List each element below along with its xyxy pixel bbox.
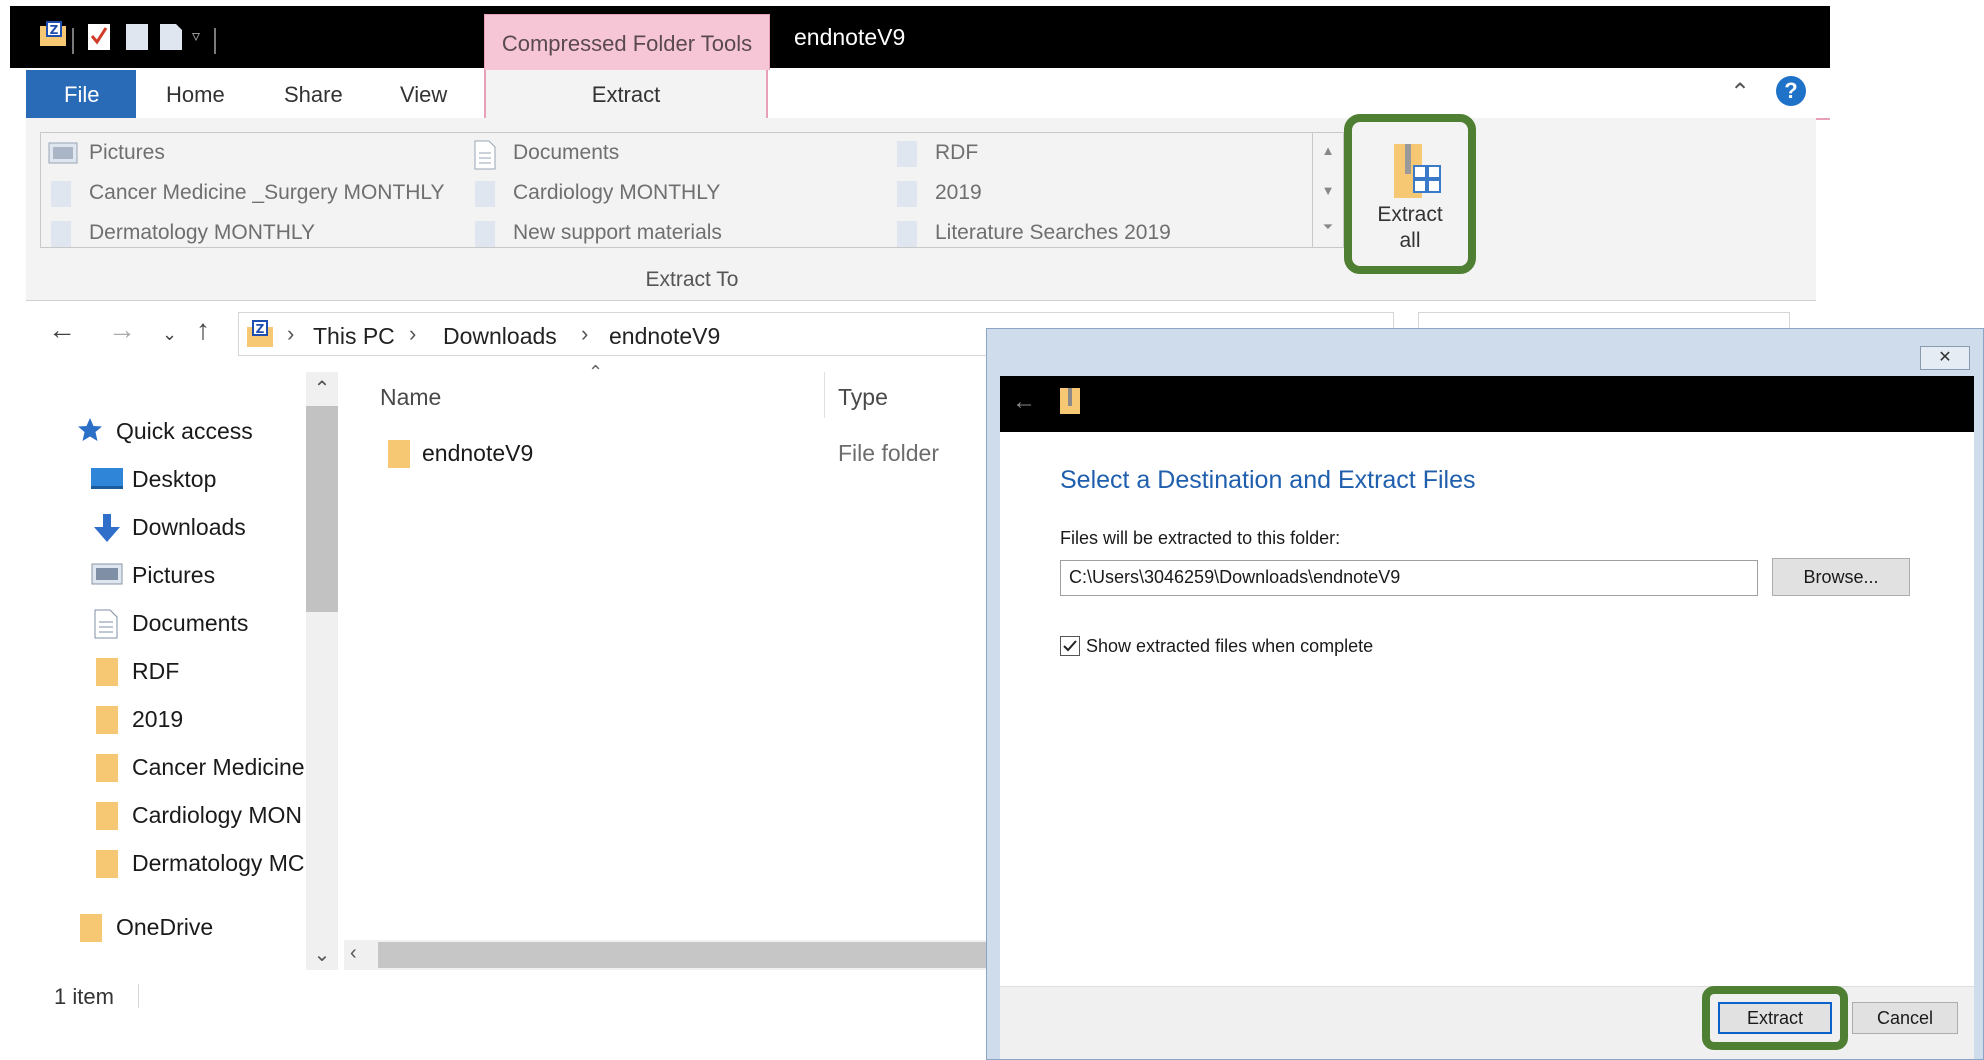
nav-item-documents[interactable]: Documents 📌 [90, 602, 330, 642]
folder-icon [96, 802, 118, 830]
breadcrumb-this-pc[interactable]: This PC [313, 323, 395, 350]
folder-icon [96, 754, 118, 782]
status-separator [138, 984, 139, 1008]
tab-file-label: File [64, 82, 100, 107]
properties-icon[interactable] [86, 20, 112, 52]
zip-folder-icon: Z [247, 320, 273, 347]
tab-file[interactable]: File [26, 70, 136, 118]
collapse-ribbon-icon[interactable]: ⌃ [1730, 78, 1750, 107]
help-icon[interactable]: ? [1776, 76, 1806, 106]
nav-item-downloads[interactable]: Downloads 📌 [90, 506, 330, 546]
pictures-folder-icon [48, 142, 78, 164]
documents-folder-icon [474, 140, 496, 170]
extract-all-label-line2: all [1399, 229, 1421, 252]
breadcrumb-downloads[interactable]: Downloads [443, 323, 557, 350]
folder-icon [96, 850, 118, 878]
dialog-close-button[interactable]: ✕ [1920, 346, 1970, 370]
cancel-button[interactable]: Cancel [1852, 1002, 1958, 1034]
breadcrumb-separator-icon: › [287, 321, 295, 346]
extract-all-label-line1: Extract [1377, 203, 1443, 226]
folder-icon [897, 221, 917, 247]
gallery-scrollbar[interactable]: ▲ ▼ ⏷ [1312, 132, 1344, 248]
folder-icon [475, 181, 495, 207]
scroll-left-icon[interactable]: ‹ [350, 942, 357, 965]
extract-to-gallery: Pictures Cancer Medicine _Surgery MONTHL… [40, 132, 1316, 248]
file-type: File folder [838, 440, 939, 466]
rename-icon[interactable] [158, 20, 184, 52]
extract-all-label: Extract all [1360, 202, 1460, 254]
folder-icon [51, 221, 71, 247]
nav-item-pictures[interactable]: Pictures 📌 [90, 554, 330, 594]
nav-scroll-up-icon[interactable]: ⌃ [306, 376, 338, 401]
folder-icon [96, 706, 118, 734]
column-header-type[interactable]: Type [838, 384, 888, 411]
breadcrumb-separator-icon: › [581, 321, 589, 346]
nav-item-desktop[interactable]: Desktop 📌 [90, 458, 330, 498]
show-extracted-files-checkbox[interactable] [1060, 636, 1080, 656]
dialog-heading: Select a Destination and Extract Files [1060, 466, 1476, 494]
title-bar: Z ▿ [10, 6, 1830, 68]
horizontal-scrollbar-thumb[interactable] [378, 942, 1000, 968]
window-title: endnoteV9 [794, 24, 906, 50]
destination-path-input[interactable]: C:\Users\3046259\Downloads\endnoteV9 [1060, 560, 1758, 596]
status-item-count: 1 item [54, 984, 114, 1009]
column-divider[interactable] [824, 372, 825, 418]
toolbar-separator [72, 28, 74, 54]
folder-icon [96, 658, 118, 686]
column-header-name[interactable]: Name [380, 384, 441, 411]
star-icon [78, 418, 102, 441]
zip-folder-icon[interactable]: Z [38, 20, 68, 50]
extract-to-group-label: Extract To [645, 268, 739, 291]
new-folder-icon[interactable] [124, 20, 150, 52]
svg-text:Z: Z [256, 322, 265, 336]
destination-label: Files will be extracted to this folder: [1060, 528, 1341, 548]
dialog-header-bar [1000, 376, 1974, 432]
forward-arrow-icon[interactable]: → [108, 314, 136, 346]
nav-item-dermatology[interactable]: Dermatology MC [90, 842, 306, 882]
zip-folder-icon [1060, 388, 1080, 414]
pictures-icon [91, 563, 123, 585]
sort-ascending-icon: ⌃ [588, 362, 604, 382]
recent-locations-chevron-icon[interactable]: ⌄ [162, 324, 177, 345]
folder-icon [51, 181, 71, 207]
gallery-scroll-down-icon[interactable]: ▼ [1313, 183, 1343, 198]
file-name[interactable]: endnoteV9 [422, 440, 533, 467]
breadcrumb-endnotev9[interactable]: endnoteV9 [609, 323, 720, 350]
context-tab-label: Compressed Folder Tools [501, 31, 753, 56]
extract-all-icon [1394, 144, 1441, 198]
tab-home[interactable]: Home [166, 82, 225, 108]
nav-scrollbar-thumb[interactable] [306, 406, 338, 612]
folder-icon [475, 221, 495, 247]
compressed-folder-tools-context-tab: Compressed Folder Tools [484, 14, 770, 71]
downloads-icon [94, 514, 120, 542]
checkmark-icon [1063, 640, 1077, 652]
desktop-icon [91, 468, 123, 489]
tab-extract[interactable]: Extract [484, 70, 768, 120]
nav-item-2019[interactable]: 2019 [90, 698, 300, 738]
documents-icon [94, 609, 118, 639]
nav-scroll-down-icon[interactable]: ⌄ [306, 942, 338, 967]
show-extracted-files-label[interactable]: Show extracted files when complete [1086, 636, 1373, 657]
nav-item-rdf[interactable]: RDF 📌 [90, 650, 330, 690]
gallery-more-icon[interactable]: ⏷ [1313, 219, 1343, 235]
breadcrumb-separator-icon: › [409, 321, 417, 346]
browse-button[interactable]: Browse... [1772, 558, 1910, 596]
tab-extract-label: Extract [591, 82, 661, 107]
dialog-back-arrow-icon[interactable]: ← [1012, 388, 1036, 416]
nav-item-cancer-medicine[interactable]: Cancer Medicine [90, 746, 306, 786]
svg-text:Z: Z [50, 23, 59, 37]
folder-icon [388, 440, 410, 468]
up-arrow-icon[interactable]: ↑ [196, 314, 210, 346]
tab-view[interactable]: View [400, 82, 447, 108]
back-arrow-icon[interactable]: ← [48, 314, 76, 346]
toolbar-separator [214, 28, 216, 54]
extract-button[interactable]: Extract [1718, 1002, 1832, 1034]
folder-icon [897, 141, 917, 167]
tab-share[interactable]: Share [284, 82, 343, 108]
folder-icon [897, 181, 917, 207]
folder-icon [80, 914, 102, 942]
gallery-scroll-up-icon[interactable]: ▲ [1313, 143, 1343, 158]
nav-item-cardiology[interactable]: Cardiology MON [90, 794, 306, 834]
customize-toolbar-chevron-icon[interactable]: ▿ [192, 26, 200, 46]
